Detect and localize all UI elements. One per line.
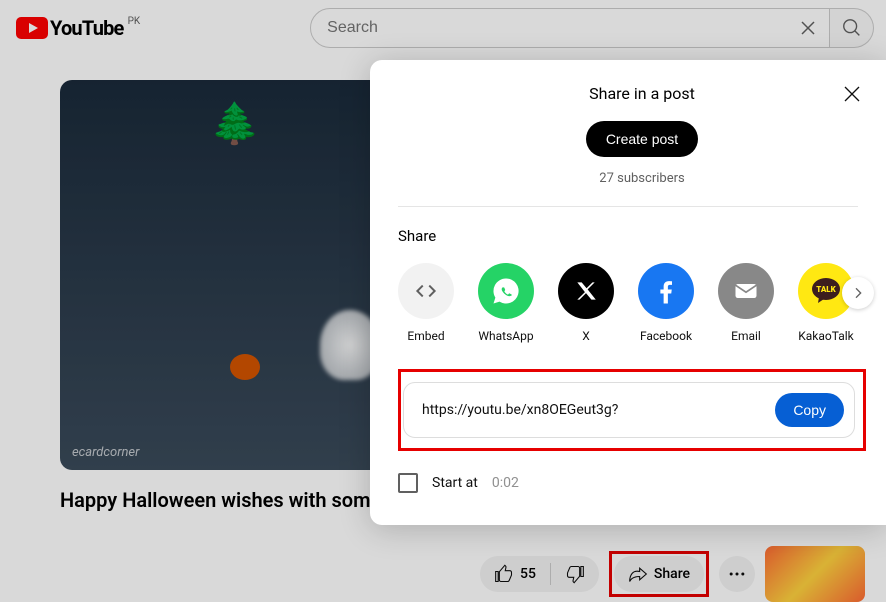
svg-text:TALK: TALK xyxy=(816,285,836,294)
email-icon xyxy=(718,263,774,319)
subscriber-count: 27 subscribers xyxy=(398,171,886,186)
share-target-label: Embed xyxy=(407,329,444,343)
divider xyxy=(398,206,858,207)
share-target-label: KakaoTalk xyxy=(798,329,854,343)
facebook-icon xyxy=(638,263,694,319)
embed-icon xyxy=(398,263,454,319)
url-highlight-box: https://youtu.be/xn8OEGeut3g? Copy xyxy=(398,369,866,451)
modal-title: Share in a post xyxy=(589,84,695,103)
start-at-label: Start at xyxy=(432,475,478,491)
share-target-embed[interactable]: Embed xyxy=(398,263,454,343)
x-icon xyxy=(558,263,614,319)
share-target-label: Email xyxy=(731,329,761,343)
share-targets-row: Embed WhatsApp X Facebook Email xyxy=(398,263,886,343)
share-target-label: X xyxy=(582,329,590,343)
share-url-box: https://youtu.be/xn8OEGeut3g? Copy xyxy=(403,382,855,438)
modal-header: Share in a post xyxy=(398,84,886,103)
modal-close-button[interactable] xyxy=(840,82,864,106)
start-at-checkbox[interactable] xyxy=(398,473,418,493)
start-at-time[interactable]: 0:02 xyxy=(492,475,519,491)
share-target-label: WhatsApp xyxy=(478,329,533,343)
close-icon xyxy=(840,82,864,106)
copy-button[interactable]: Copy xyxy=(775,393,844,427)
share-targets-next-button[interactable] xyxy=(842,277,874,309)
create-post-button[interactable]: Create post xyxy=(586,121,698,157)
share-modal: Share in a post Create post 27 subscribe… xyxy=(370,60,886,525)
share-target-facebook[interactable]: Facebook xyxy=(638,263,694,343)
share-target-x[interactable]: X xyxy=(558,263,614,343)
chevron-right-icon xyxy=(850,285,866,301)
start-at-row: Start at 0:02 xyxy=(398,473,886,493)
share-target-email[interactable]: Email xyxy=(718,263,774,343)
share-target-whatsapp[interactable]: WhatsApp xyxy=(478,263,534,343)
share-url-text[interactable]: https://youtu.be/xn8OEGeut3g? xyxy=(422,402,775,418)
whatsapp-icon xyxy=(478,263,534,319)
share-heading: Share xyxy=(398,227,886,245)
share-target-label: Facebook xyxy=(640,329,692,343)
